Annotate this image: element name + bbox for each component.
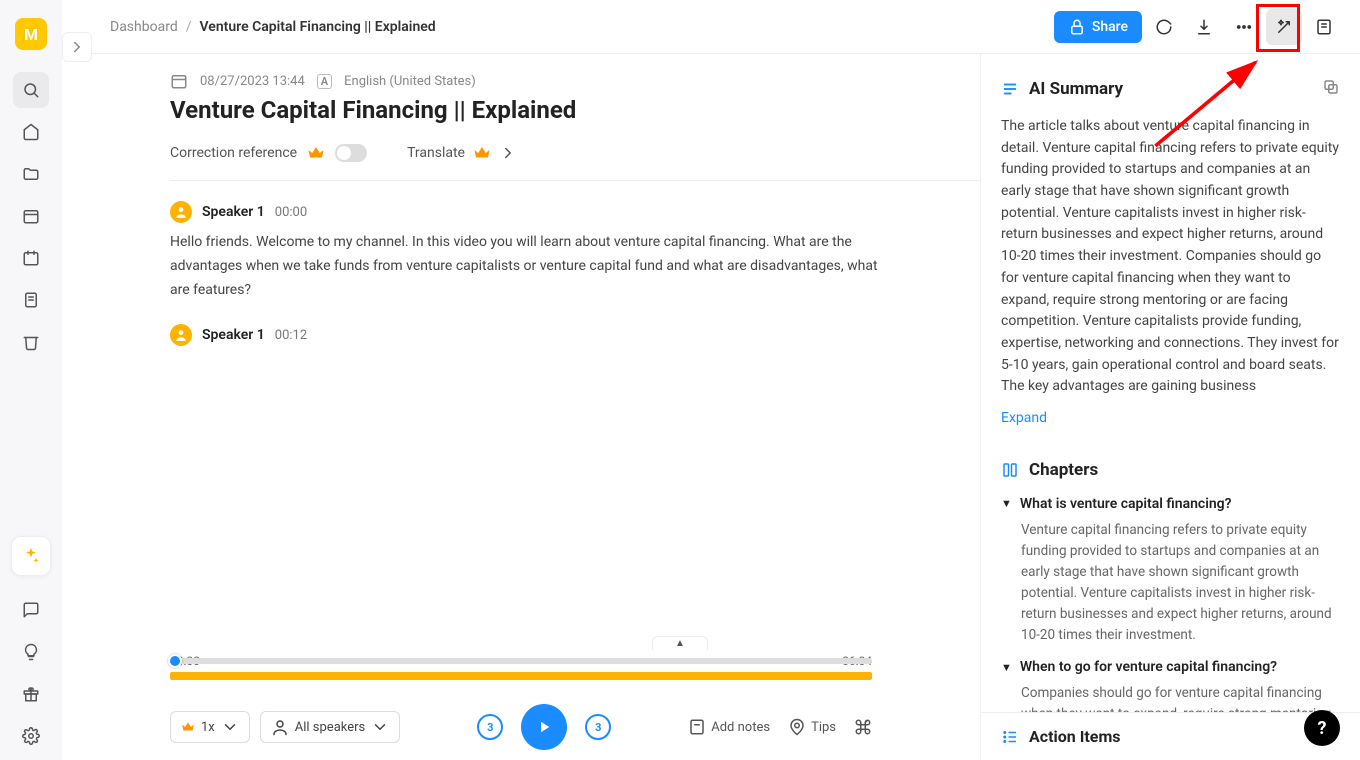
- home-icon[interactable]: [13, 114, 49, 150]
- left-sidebar: M: [0, 0, 62, 760]
- breadcrumb: Dashboard / Venture Capital Financing ||…: [110, 19, 436, 35]
- chapter-item: ▼What is venture capital financing? Vent…: [1001, 496, 1340, 646]
- command-icon: [854, 718, 872, 736]
- sidebar-collapse-handle[interactable]: [62, 32, 92, 62]
- topbar: Dashboard / Venture Capital Financing ||…: [62, 0, 1360, 54]
- transcript: Speaker 1 00:00 Hello friends. Welcome t…: [170, 201, 980, 346]
- add-notes-button[interactable]: Add notes: [688, 718, 770, 736]
- caret-down-icon: ▼: [1001, 497, 1012, 510]
- bulb-icon[interactable]: [13, 634, 49, 670]
- magic-wand-icon[interactable]: [1266, 9, 1302, 45]
- tools-row: Correction reference Translate: [170, 144, 980, 181]
- breadcrumb-separator: /: [186, 19, 192, 35]
- language-badge: A: [317, 74, 332, 89]
- settings-icon[interactable]: [13, 718, 49, 754]
- gift-icon[interactable]: [13, 676, 49, 712]
- caret-down-icon: ▼: [1001, 661, 1012, 674]
- speaker-avatar-icon: [170, 201, 192, 223]
- crown-icon: [473, 144, 491, 162]
- search-icon[interactable]: [13, 72, 49, 108]
- share-label: Share: [1092, 19, 1128, 35]
- help-button[interactable]: ?: [1304, 710, 1340, 746]
- action-items-icon: [1001, 728, 1019, 746]
- segment-text[interactable]: Hello friends. Welcome to my channel. In…: [170, 231, 980, 302]
- expand-link[interactable]: Expand: [1001, 410, 1047, 426]
- chapter-toggle[interactable]: ▼What is venture capital financing?: [1001, 496, 1340, 512]
- chapter-toggle[interactable]: ▼When to go for venture capital financin…: [1001, 659, 1340, 675]
- document-title: Venture Capital Financing || Explained: [170, 96, 980, 124]
- summary-header: AI Summary: [1001, 78, 1340, 100]
- speaker-avatar-icon: [170, 324, 192, 346]
- tips-button[interactable]: Tips: [788, 718, 836, 736]
- summary-icon: [1001, 80, 1019, 98]
- summary-text: The article talks about venture capital …: [1001, 116, 1340, 398]
- pin-icon: [788, 718, 806, 736]
- player-bar: 00:00 06:04 1x All speakers 3 3 Add note…: [62, 622, 980, 760]
- speed-value: 1x: [201, 720, 215, 735]
- breadcrumb-title: Venture Capital Financing || Explained: [200, 19, 436, 35]
- segment-time[interactable]: 00:00: [275, 205, 307, 220]
- chapter-body: Venture capital financing refers to priv…: [1001, 520, 1340, 646]
- seek-thumb[interactable]: [168, 654, 182, 668]
- calendar-icon[interactable]: [13, 198, 49, 234]
- speaker-filter[interactable]: All speakers: [260, 711, 400, 743]
- correction-label: Correction reference: [170, 145, 297, 161]
- chevron-right-icon: [499, 144, 517, 162]
- speaker-filter-label: All speakers: [295, 720, 365, 735]
- right-panel: AI Summary The article talks about ventu…: [980, 54, 1360, 760]
- segment-time[interactable]: 00:12: [275, 328, 307, 343]
- crown-icon: [307, 144, 325, 162]
- action-items-section[interactable]: Action Items: [981, 712, 1360, 760]
- translate-label: Translate: [407, 145, 465, 161]
- meta-row: 08/27/2023 13:44 A English (United State…: [170, 72, 980, 90]
- more-icon[interactable]: [1226, 9, 1262, 45]
- crown-icon: [181, 720, 195, 734]
- app-logo[interactable]: M: [15, 18, 47, 50]
- document-icon[interactable]: [13, 282, 49, 318]
- summary-title: AI Summary: [1029, 79, 1123, 99]
- notes-panel-icon[interactable]: [1306, 9, 1342, 45]
- speed-selector[interactable]: 1x: [170, 711, 250, 743]
- transcript-segment: Speaker 1 00:12: [170, 324, 980, 346]
- action-items-title: Action Items: [1029, 727, 1121, 746]
- schedule-icon[interactable]: [13, 240, 49, 276]
- chapters-section: Chapters ▼What is venture capital financ…: [1001, 460, 1340, 725]
- speaker-name[interactable]: Speaker 1: [202, 327, 265, 343]
- refresh-icon[interactable]: [1146, 9, 1182, 45]
- ai-sparkle-button[interactable]: [11, 536, 51, 576]
- skip-back-button[interactable]: 3: [477, 714, 503, 740]
- play-button[interactable]: [521, 704, 567, 750]
- user-icon: [271, 718, 289, 736]
- chevron-down-icon: [371, 718, 389, 736]
- note-icon: [688, 718, 706, 736]
- chevron-down-icon: [221, 718, 239, 736]
- skip-forward-button[interactable]: 3: [585, 714, 611, 740]
- chapters-icon: [1001, 461, 1019, 479]
- trash-icon[interactable]: [13, 324, 49, 360]
- download-icon[interactable]: [1186, 9, 1222, 45]
- breadcrumb-dashboard[interactable]: Dashboard: [110, 19, 178, 35]
- meta-language: English (United States): [344, 74, 476, 89]
- copy-icon[interactable]: [1322, 78, 1340, 100]
- speaker-name[interactable]: Speaker 1: [202, 204, 265, 220]
- correction-toggle[interactable]: [335, 144, 367, 162]
- chat-icon[interactable]: [13, 592, 49, 628]
- seek-track[interactable]: 00:00 06:04: [170, 654, 872, 694]
- chapters-title: Chapters: [1029, 460, 1098, 480]
- translate-button[interactable]: Translate: [407, 144, 517, 162]
- transcript-segment: Speaker 1 00:00 Hello friends. Welcome t…: [170, 201, 980, 302]
- meta-date: 08/27/2023 13:44: [200, 74, 305, 89]
- share-button[interactable]: Share: [1054, 11, 1142, 43]
- folder-icon[interactable]: [13, 156, 49, 192]
- shortcuts-button[interactable]: [854, 718, 872, 736]
